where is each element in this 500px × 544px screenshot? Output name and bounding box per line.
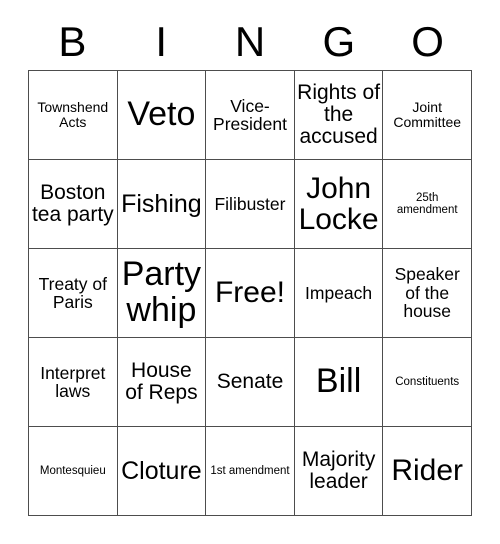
bingo-cell-label: Rights of the accused bbox=[297, 80, 381, 149]
bingo-cell-label: Rider bbox=[391, 454, 464, 488]
bingo-card: B I N G O Townshend Acts Veto Vice-Preside… bbox=[0, 0, 500, 544]
bingo-cell[interactable]: 1st amendment bbox=[206, 427, 295, 516]
bingo-cell[interactable]: House of Reps bbox=[117, 338, 207, 427]
bingo-cell[interactable]: Majority leader bbox=[294, 427, 384, 516]
bingo-cell[interactable]: Impeach bbox=[294, 249, 384, 338]
bingo-cell-label: Impeach bbox=[305, 282, 373, 303]
bingo-cell[interactable]: 25th amendment bbox=[383, 160, 472, 249]
bingo-cell-label: Filibuster bbox=[214, 193, 286, 214]
bingo-cell-label: 1st amendment bbox=[210, 464, 290, 477]
header-letter-o: O bbox=[411, 18, 444, 65]
bingo-cell[interactable]: Boston tea party bbox=[29, 160, 118, 249]
bingo-cell-label: Townshend Acts bbox=[37, 99, 109, 130]
bingo-cell-label: Constituents bbox=[395, 375, 460, 388]
bingo-cell[interactable]: Vice-President bbox=[206, 71, 295, 160]
bingo-cell[interactable]: Veto bbox=[117, 71, 207, 160]
bingo-cell-label: Speaker of the house bbox=[394, 264, 460, 322]
bingo-cell[interactable]: Townshend Acts bbox=[29, 71, 118, 160]
bingo-cell-label: John Locke bbox=[298, 171, 379, 236]
bingo-cell[interactable]: Interpret laws bbox=[29, 338, 118, 427]
bingo-cell[interactable]: Fishing bbox=[117, 160, 207, 249]
bingo-cell-label: Joint Committee bbox=[393, 99, 462, 130]
bingo-cell[interactable]: Joint Committee bbox=[383, 71, 472, 160]
bingo-cell[interactable]: Montesquieu bbox=[29, 427, 118, 516]
bingo-cell-label: Majority leader bbox=[301, 447, 376, 493]
bingo-cell[interactable]: Filibuster bbox=[206, 160, 295, 249]
bingo-cell[interactable]: Constituents bbox=[383, 338, 472, 427]
bingo-cell-label: Interpret laws bbox=[40, 362, 106, 401]
bingo-cell[interactable]: Rider bbox=[383, 427, 472, 516]
bingo-cell-label: Treaty of Paris bbox=[38, 273, 107, 312]
bingo-cell-label: 25th amendment bbox=[396, 191, 458, 216]
bingo-cell[interactable]: Cloture bbox=[117, 427, 207, 516]
bingo-cell-label: Boston tea party bbox=[31, 180, 114, 226]
bingo-cell-free[interactable]: Free! bbox=[206, 249, 295, 338]
bingo-cell[interactable]: Party whip bbox=[117, 249, 207, 338]
bingo-cell[interactable]: Rights of the accused bbox=[294, 71, 384, 160]
bingo-cell-label: Vice-President bbox=[213, 95, 287, 134]
bingo-cell-label: House of Reps bbox=[125, 358, 198, 404]
bingo-cell[interactable]: Senate bbox=[206, 338, 295, 427]
bingo-header: B I N G O bbox=[28, 14, 472, 70]
bingo-cell-label: Cloture bbox=[121, 456, 202, 485]
bingo-cell-label: Party whip bbox=[121, 255, 202, 329]
bingo-cell[interactable]: Bill bbox=[294, 338, 384, 427]
bingo-cell-label: Veto bbox=[127, 95, 196, 134]
header-letter-g: G bbox=[322, 18, 356, 65]
bingo-cell-label: Fishing bbox=[121, 189, 202, 218]
header-letter-i: I bbox=[155, 18, 168, 65]
bingo-cell[interactable]: Treaty of Paris bbox=[29, 249, 118, 338]
bingo-grid: Townshend Acts Veto Vice-President Rights o… bbox=[28, 70, 472, 516]
bingo-cell-label: Bill bbox=[315, 362, 362, 401]
header-letter-b: B bbox=[58, 18, 87, 65]
bingo-cell-label: Montesquieu bbox=[39, 464, 106, 477]
bingo-cell[interactable]: John Locke bbox=[294, 160, 384, 249]
header-letter-n: N bbox=[234, 18, 266, 65]
bingo-cell-label: Free! bbox=[214, 276, 285, 310]
bingo-cell[interactable]: Speaker of the house bbox=[383, 249, 472, 338]
bingo-cell-label: Senate bbox=[216, 369, 284, 393]
